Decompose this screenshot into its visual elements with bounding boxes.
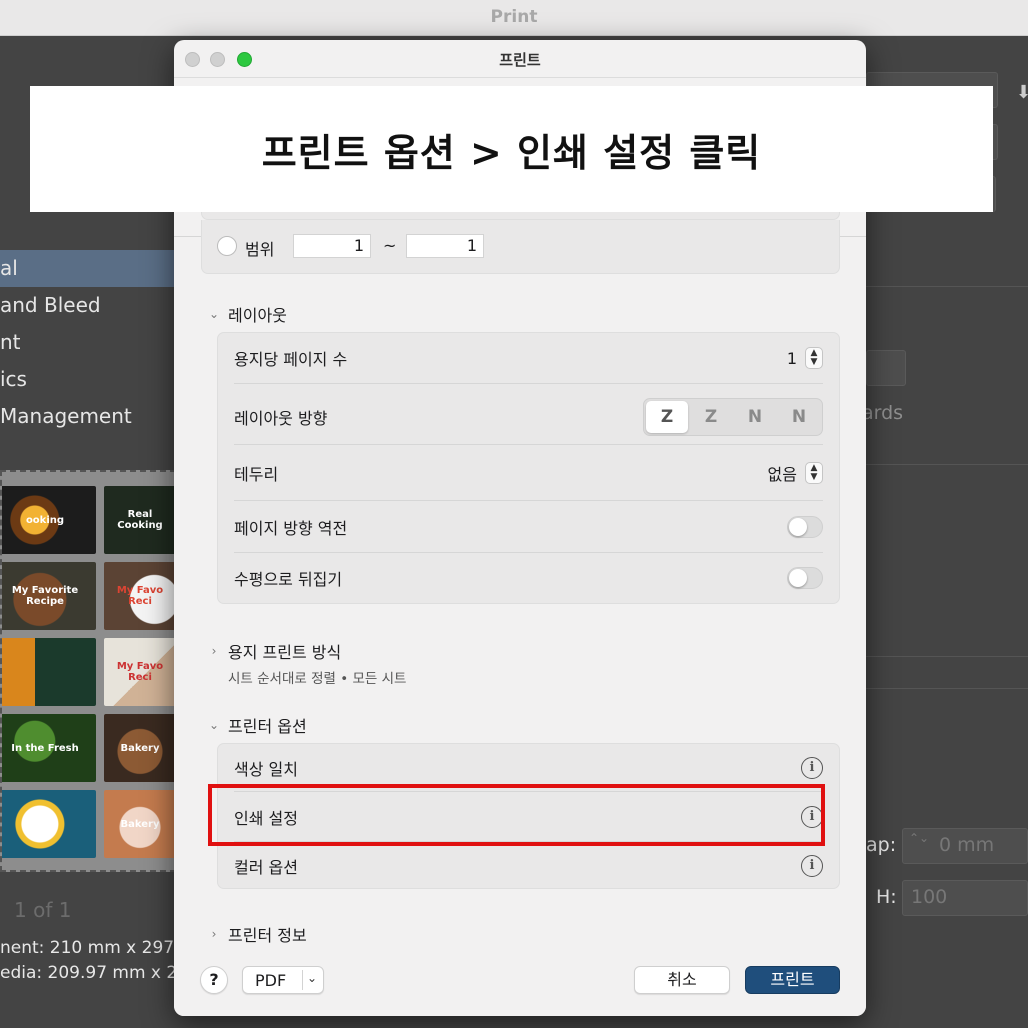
layout-heading: 레이아웃 — [228, 306, 287, 325]
printer-options-heading: 프린터 옵션 — [228, 717, 307, 736]
sidebar-item-marks-and-bleed[interactable]: and Bleed — [0, 287, 176, 324]
chevron-right-icon: › — [211, 644, 217, 658]
sidebar-item-output[interactable]: nt — [0, 324, 176, 361]
pdf-menu-button[interactable]: PDF ⌄ — [242, 966, 324, 994]
color-matching-label: 색상 일치 — [234, 759, 298, 779]
sidebar-item-color-management[interactable]: Management — [0, 398, 176, 435]
background-icon: ⬇ — [1016, 82, 1028, 103]
height-label: H: — [876, 886, 897, 908]
layout-direction-n-button[interactable]: N — [778, 401, 820, 433]
dialog-title: 프린트 — [499, 51, 541, 69]
flip-horizontal-row: 수평으로 뒤집기 — [234, 553, 823, 603]
divider — [866, 464, 1028, 465]
instruction-banner: 프린트 옵션 > 인쇄 설정 클릭 — [30, 86, 993, 212]
reverse-orientation-label: 페이지 방향 역전 — [234, 518, 348, 538]
info-icon[interactable]: i — [801, 756, 823, 779]
background-sidebar: al and Bleed nt ics Management — [0, 250, 176, 435]
thumbnail: In the Fresh — [2, 714, 96, 782]
boards-label: ards — [862, 402, 904, 424]
height-value: 100 — [911, 886, 948, 908]
pages-per-sheet-popup[interactable]: 1 ▲ ▼ — [787, 347, 823, 369]
printer-options-section-header[interactable]: ⌄ 프린터 옵션 — [208, 713, 307, 737]
layout-direction-row: 레이아웃 방향 Z Z N N — [234, 389, 823, 445]
divider — [866, 656, 1028, 657]
pages-per-sheet-value: 1 — [786, 348, 797, 368]
border-popup[interactable]: 없음 ▲ ▼ — [768, 461, 823, 485]
height-input[interactable]: 100 — [902, 880, 1028, 916]
border-row: 테두리 없음 ▲ ▼ — [234, 445, 823, 501]
reverse-orientation-row: 페이지 방향 역전 — [234, 501, 823, 553]
paper-handling-summary: 시트 순서대로 정렬 • 모든 시트 — [228, 671, 407, 687]
reverse-orientation-toggle[interactable] — [787, 515, 823, 538]
document-size: nent: 210 mm x 297 r — [0, 938, 187, 958]
thumbnail — [2, 638, 96, 706]
layout-direction-label: 레이아웃 방향 — [234, 408, 328, 428]
pages-per-sheet-row: 용지당 페이지 수 1 ▲ ▼ — [234, 333, 823, 384]
instruction-text: 프린트 옵션 > 인쇄 설정 클릭 — [261, 130, 762, 175]
border-value: 없음 — [767, 464, 797, 484]
chevron-down-icon: ⌄ — [208, 718, 220, 732]
gap-stepper-icon[interactable]: ⌃⌄ — [909, 831, 929, 845]
background-window-title: Print — [490, 7, 538, 27]
layout-card: 용지당 페이지 수 1 ▲ ▼ 레이아웃 방향 Z Z N N 테두리 없음 ▲ ▼… — [217, 332, 840, 604]
thumbnail: My Favorite Recipe — [2, 562, 96, 630]
paper-handling-section-header[interactable]: › 용지 프린트 방식 — [208, 639, 342, 663]
cancel-button[interactable]: 취소 — [634, 966, 730, 994]
background-field[interactable] — [866, 350, 906, 386]
gap-input[interactable]: 0 mm ⌃⌄ — [902, 828, 1028, 864]
thumbnail: My Favo Reci — [104, 638, 174, 706]
chevron-down-icon[interactable]: ⌄ — [307, 971, 317, 985]
layout-direction-z-reverse-button[interactable]: Z — [690, 401, 732, 433]
range-radio[interactable] — [217, 236, 237, 256]
paper-handling-heading: 용지 프린트 방식 — [228, 643, 342, 662]
divider — [866, 286, 1028, 287]
printer-info-section-header[interactable]: › 프린터 정보 — [208, 922, 307, 946]
layout-direction-n-reverse-button[interactable]: N — [734, 401, 776, 433]
sidebar-item-graphics[interactable]: ics — [0, 361, 176, 398]
range-to-input[interactable]: 1 — [406, 234, 484, 258]
background-titlebar: Print — [0, 0, 1028, 36]
dialog-footer: ? PDF ⌄ 취소 프린트 — [174, 944, 866, 1016]
border-label: 테두리 — [234, 464, 279, 484]
pages-per-sheet-label: 용지당 페이지 수 — [234, 350, 348, 369]
pdf-label: PDF — [255, 971, 287, 990]
layout-direction-control: Z Z N N — [643, 397, 823, 436]
document-info: nent: 210 mm x 297 r edia: 209.97 mm x 2… — [0, 936, 188, 986]
page-navigator[interactable]: 1 of 1 — [14, 898, 71, 922]
info-icon[interactable]: i — [801, 855, 823, 877]
thumbnail: My Favo Reci — [104, 562, 174, 630]
range-from-input[interactable]: 1 — [293, 234, 371, 258]
thumbnail: Real Cooking — [104, 486, 174, 554]
page-preview: ooking Real Cooking My Favorite Recipe M… — [0, 470, 176, 872]
layout-section-header[interactable]: ⌄ 레이아웃 — [208, 302, 287, 326]
range-label: 범위 — [245, 240, 275, 259]
chevron-right-icon: › — [211, 927, 217, 941]
thumbnail — [2, 790, 96, 858]
dialog-titlebar: 프린트 — [174, 40, 866, 78]
chevron-down-icon: ⌄ — [208, 307, 220, 321]
thumbnail: ooking — [2, 486, 96, 554]
color-options-row[interactable]: 컬러 옵션 i — [234, 842, 823, 890]
thumbnail: Bakery — [104, 714, 174, 782]
divider — [302, 970, 303, 990]
chevron-up-down-icon[interactable]: ▲ ▼ — [805, 461, 823, 484]
media-size: edia: 209.97 mm x 29 — [0, 963, 189, 983]
thumbnail: Bakery — [104, 790, 174, 858]
layout-direction-z-button[interactable]: Z — [646, 400, 688, 433]
range-separator: ~ — [383, 236, 397, 255]
highlight-box — [208, 784, 825, 846]
gap-value: 0 mm — [939, 834, 995, 856]
range-card: 범위 1 ~ 1 — [201, 220, 840, 274]
chevron-up-down-icon[interactable]: ▲ ▼ — [805, 347, 823, 369]
gap-label: ap: — [866, 834, 897, 856]
printer-info-heading: 프린터 정보 — [228, 926, 307, 945]
divider — [866, 688, 1028, 689]
print-button[interactable]: 프린트 — [745, 966, 840, 994]
sidebar-item-general[interactable]: al — [0, 250, 176, 287]
help-button[interactable]: ? — [200, 966, 228, 994]
flip-horizontal-toggle[interactable] — [787, 567, 823, 589]
color-options-label: 컬러 옵션 — [234, 858, 298, 877]
flip-horizontal-label: 수평으로 뒤집기 — [234, 570, 343, 589]
